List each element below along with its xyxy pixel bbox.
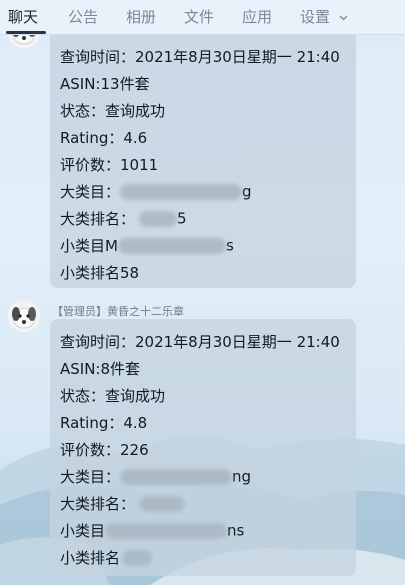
sub-rank: 小类排名58 (60, 264, 140, 282)
tab-announcement[interactable]: 公告 (68, 6, 98, 27)
query-time: 查询时间：2021年8月30日星期一 21:40 (60, 333, 340, 351)
rating: Rating：4.8 (60, 414, 148, 432)
tab-settings-label: 设置 (300, 8, 331, 26)
asin: ASIN:13件套 (60, 75, 150, 93)
sub-category-label: 小类目M (60, 237, 118, 255)
active-tab-indicator (6, 31, 46, 34)
redacted-block (120, 183, 243, 200)
sub-rank-label: 小类排名 (60, 549, 121, 567)
redacted-block (139, 210, 178, 227)
avatar[interactable] (8, 300, 40, 332)
main-category-label: 大类目： (60, 183, 121, 201)
review-count: 评价数：226 (60, 441, 149, 459)
tab-apps[interactable]: 应用 (242, 6, 272, 27)
main-category-tail: ng (232, 467, 252, 486)
tab-chat[interactable]: 聊天 (8, 6, 38, 27)
review-count: 评价数：1011 (60, 156, 159, 174)
sub-category: 小类目M s (60, 235, 234, 256)
status: 状态：查询成功 (60, 102, 166, 120)
main-rank-tail: 5 (177, 209, 187, 228)
main-rank: 大类排名： 5 (60, 208, 187, 229)
redacted-block (117, 237, 226, 254)
redacted-block (120, 468, 233, 485)
message-bubble[interactable]: 查询时间：2021年8月30日星期一 21:40 ASIN:13件套 状态：查询… (50, 26, 356, 288)
tab-files[interactable]: 文件 (184, 6, 214, 27)
tab-settings[interactable]: 设置 (300, 6, 348, 27)
sub-category-label: 小类目 (60, 522, 106, 540)
redacted-block (105, 522, 228, 539)
main-rank-label: 大类排名： (60, 495, 136, 513)
tab-album[interactable]: 相册 (126, 6, 156, 27)
main-rank: 大类排名： (60, 493, 186, 514)
message-bubble[interactable]: 查询时间：2021年8月30日星期一 21:40 ASIN:8件套 状态：查询成… (50, 319, 356, 576)
sender-name[interactable]: 【管理员】黄昏之十二乐章 (52, 303, 184, 319)
rating: Rating：4.6 (60, 129, 148, 147)
tab-bar: 聊天 公告 相册 文件 应用 设置 (0, 0, 405, 35)
sub-category: 小类目 ns (60, 520, 244, 541)
sub-rank: 小类排名 (60, 547, 153, 568)
asin: ASIN:8件套 (60, 360, 141, 378)
main-rank-label: 大类排名： (60, 210, 136, 228)
main-category-tail: g (242, 182, 252, 201)
sub-category-tail: s (225, 236, 234, 255)
main-category-label: 大类目： (60, 468, 121, 486)
sub-category-tail: ns (227, 521, 245, 540)
main-category: 大类目： g (60, 181, 252, 202)
dog-avatar-icon (8, 300, 40, 332)
status: 状态：查询成功 (60, 387, 166, 405)
main-category: 大类目： ng (60, 466, 251, 487)
redacted-block (139, 495, 186, 512)
redacted-block (122, 549, 153, 566)
chevron-down-icon (339, 15, 348, 20)
query-time: 查询时间：2021年8月30日星期一 21:40 (60, 48, 340, 66)
